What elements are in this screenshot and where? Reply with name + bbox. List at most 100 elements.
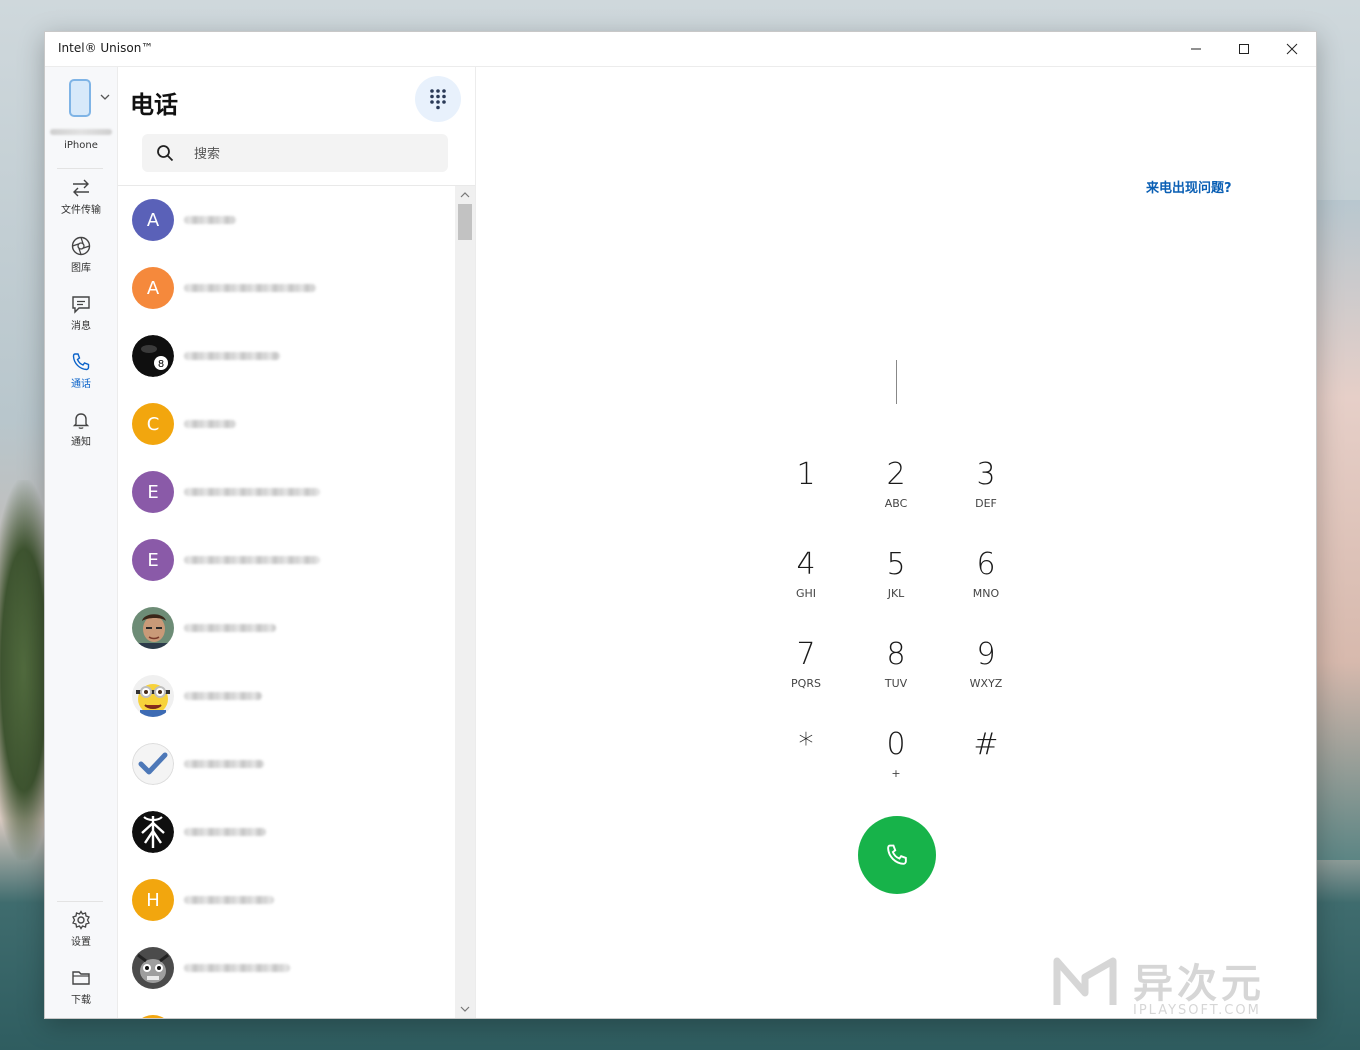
key-4[interactable]: 4 GHI — [766, 545, 846, 615]
transfer-icon — [73, 179, 89, 197]
maximize-button[interactable] — [1220, 32, 1268, 66]
key-letters: PQRS — [791, 677, 821, 690]
contact-name-redacted — [184, 624, 276, 632]
key-digit: 4 — [796, 547, 816, 582]
maximize-icon — [1239, 44, 1249, 54]
close-button[interactable] — [1268, 32, 1316, 66]
folder-icon — [72, 971, 90, 985]
avatar — [132, 1015, 174, 1018]
gallery-icon — [71, 236, 91, 256]
nav-downloads[interactable]: 下载 — [45, 967, 117, 1018]
key-digit: 8 — [886, 637, 906, 672]
contact-row[interactable] — [118, 730, 455, 798]
key-star[interactable]: * — [766, 725, 846, 795]
key-letters: TUV — [884, 677, 908, 690]
contact-name-redacted — [184, 284, 316, 292]
contact-name-redacted — [184, 692, 262, 700]
key-hash[interactable]: # — [946, 725, 1026, 795]
contact-row[interactable] — [118, 1002, 455, 1018]
contact-name-redacted — [184, 828, 266, 836]
contact-row[interactable] — [118, 662, 455, 730]
avatar — [132, 947, 174, 989]
contact-row[interactable]: A — [118, 186, 455, 254]
nav-calls[interactable]: 通话 — [45, 351, 117, 405]
key-digit: 2 — [886, 457, 906, 492]
contact-name-redacted — [184, 964, 290, 972]
watermark: 异次元 IPLAYSOFT.COM — [1053, 951, 1283, 1018]
key-3[interactable]: 3 DEF — [946, 455, 1026, 525]
nav-file-transfer[interactable]: 文件传输 — [45, 177, 117, 231]
nav-gallery[interactable]: 图库 — [45, 235, 117, 289]
search-box[interactable] — [142, 134, 448, 174]
key-5[interactable]: 5 JKL — [856, 545, 936, 615]
key-9[interactable]: 9 WXYZ — [946, 635, 1026, 705]
contact-name-redacted — [184, 556, 320, 564]
number-input[interactable] — [796, 352, 998, 404]
avatar: E — [132, 539, 174, 581]
rail-divider — [57, 168, 103, 169]
contact-row[interactable]: E — [118, 458, 455, 526]
scroll-up-icon[interactable] — [459, 190, 471, 200]
call-button[interactable] — [858, 816, 936, 894]
nav-rail: iPhone 文件传输 图库 消息 通话 通知 设置 下载 — [45, 67, 118, 1018]
call-issue-help-link[interactable]: 来电出现问题? — [1146, 177, 1232, 196]
bell-icon — [72, 413, 90, 429]
key-6[interactable]: 6 MNO — [946, 545, 1026, 615]
contact-list: A A 8 C E E H — [118, 186, 455, 1018]
nav-label: 设置 — [71, 937, 91, 948]
page-title: 电话 — [130, 91, 178, 119]
key-digit: 0 — [886, 727, 906, 762]
nav-label: 通话 — [71, 379, 91, 390]
device-label: iPhone — [64, 140, 98, 151]
key-0[interactable]: 0 + — [856, 725, 936, 795]
chevron-down-icon[interactable] — [100, 92, 110, 102]
scroll-thumb[interactable] — [458, 204, 472, 240]
contact-row[interactable]: A — [118, 254, 455, 322]
scroll-down-icon[interactable] — [459, 1004, 471, 1014]
contact-row[interactable] — [118, 594, 455, 662]
contact-name-redacted — [184, 216, 236, 224]
key-1[interactable]: 1 — [766, 455, 846, 525]
contact-name-redacted — [184, 352, 280, 360]
text-caret — [896, 360, 897, 404]
nav-label: 图库 — [71, 263, 91, 274]
key-digit: 9 — [976, 637, 996, 672]
contact-row[interactable]: E — [118, 526, 455, 594]
dialpad-icon — [430, 89, 446, 110]
device-name-redacted — [50, 129, 112, 135]
minimize-icon — [1191, 48, 1201, 50]
nav-label: 文件传输 — [61, 205, 101, 216]
contact-name-redacted — [184, 488, 320, 496]
nav-notifications[interactable]: 通知 — [45, 409, 117, 463]
window-title: Intel® Unison™ — [58, 41, 154, 55]
key-digit: 7 — [796, 637, 816, 672]
nav-settings[interactable]: 设置 — [45, 909, 117, 963]
device-selector[interactable]: iPhone — [45, 67, 117, 162]
contact-row[interactable]: H — [118, 866, 455, 934]
key-digit: # — [973, 727, 999, 762]
minimize-button[interactable] — [1172, 32, 1220, 66]
contact-name-redacted — [184, 760, 264, 768]
contact-row[interactable]: 8 — [118, 322, 455, 390]
iplaysoft-logo-icon — [1053, 957, 1117, 1005]
watermark-cn: 异次元 — [1133, 961, 1265, 1007]
key-7[interactable]: 7 PQRS — [766, 635, 846, 705]
contact-row[interactable] — [118, 934, 455, 1002]
message-icon — [72, 296, 90, 314]
avatar: 8 — [132, 335, 174, 377]
contact-row[interactable]: C — [118, 390, 455, 458]
search-icon — [157, 145, 174, 162]
key-8[interactable]: 8 TUV — [856, 635, 936, 705]
key-2[interactable]: 2 ABC — [856, 455, 936, 525]
nav-messages[interactable]: 消息 — [45, 293, 117, 347]
contacts-panel: 电话 A A — [118, 67, 476, 1018]
scrollbar[interactable] — [455, 186, 475, 1018]
nav-label: 消息 — [71, 321, 91, 332]
nav-label: 通知 — [71, 437, 91, 448]
avatar: A — [132, 267, 174, 309]
key-letters: ABC — [884, 497, 908, 510]
search-input[interactable] — [192, 134, 436, 174]
contact-row[interactable] — [118, 798, 455, 866]
title-bar: Intel® Unison™ — [45, 32, 1316, 67]
dialpad-toggle-button[interactable] — [415, 76, 461, 122]
